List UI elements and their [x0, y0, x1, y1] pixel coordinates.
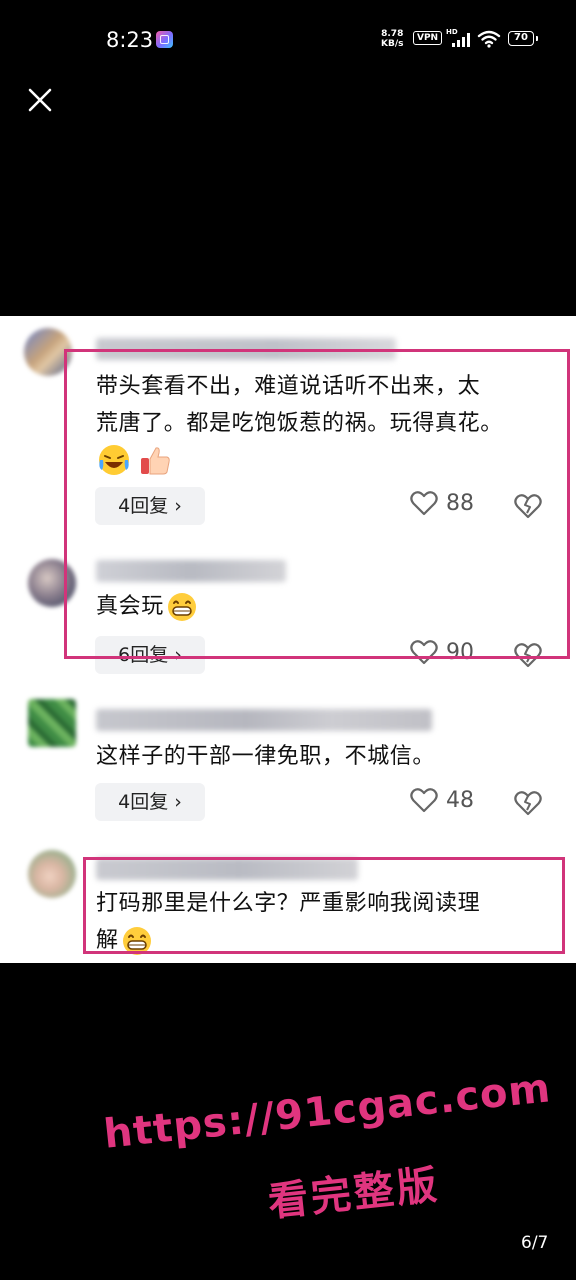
blurred-username [96, 709, 432, 731]
image-viewer: 8:23 8.78 KB/s VPN HD 70 带头套看不出，难道说话听不出来… [0, 0, 576, 1280]
comment-text-line: 荒唐了。都是吃饱饭惹的祸。玩得真花。 [96, 411, 503, 436]
comment-text: 打码那里是什么字？严重影响我阅读理 解 [96, 885, 480, 959]
emoji-row [96, 442, 173, 478]
laughing-tears-emoji [99, 445, 129, 475]
signal-icon [452, 33, 472, 47]
like-button[interactable]: 90 [410, 639, 474, 665]
page-indicator: 6/7 [521, 1233, 549, 1253]
comment-screenshot: 带头套看不出，难道说话听不出来，太 荒唐了。都是吃饱饭惹的祸。玩得真花。 4回复… [0, 316, 576, 963]
reply-button[interactable]: 6回复 › [95, 636, 205, 674]
avatar [28, 699, 76, 747]
vpn-badge: VPN [413, 31, 443, 45]
avatar [28, 850, 76, 898]
comment-text-line: 带头套看不出，难道说话听不出来，太 [96, 374, 481, 399]
broken-heart-icon[interactable] [514, 492, 542, 520]
comment-text-line: 这样子的干部一律免职，不城信。 [96, 744, 436, 769]
blurred-username [96, 858, 358, 880]
comment-text-line: 打码那里是什么字？严重影响我阅读理 [96, 891, 481, 916]
broken-heart-icon[interactable] [514, 641, 542, 669]
like-count: 48 [446, 787, 474, 813]
comment-text-line: 真会玩 [96, 594, 164, 619]
comment-text-line: 解 [96, 928, 119, 953]
wifi-icon [477, 30, 501, 48]
blurred-username [96, 338, 396, 360]
network-speed-value: 8.78 [381, 29, 404, 39]
heart-icon [410, 491, 438, 516]
heart-icon [410, 788, 438, 813]
comment-text: 真会玩 [96, 588, 198, 625]
avatar [24, 328, 72, 376]
heart-icon [410, 640, 438, 665]
status-time: 8:23 [106, 28, 154, 52]
app-notification-icon [156, 31, 173, 48]
like-count: 90 [446, 639, 474, 665]
close-icon[interactable] [26, 86, 54, 114]
watermark-url: https://91cgac.com [101, 1065, 554, 1158]
comment-text: 这样子的干部一律免职，不城信。 [96, 738, 435, 775]
broken-heart-icon[interactable] [514, 789, 542, 817]
battery-icon: 70 [508, 31, 538, 46]
like-button[interactable]: 88 [410, 490, 474, 516]
avatar [28, 559, 76, 607]
reply-button[interactable]: 4回复 › [95, 783, 205, 821]
network-speed: 8.78 KB/s [381, 29, 403, 49]
comment-text: 带头套看不出，难道说话听不出来，太 荒唐了。都是吃饱饭惹的祸。玩得真花。 [96, 368, 503, 442]
reply-button[interactable]: 4回复 › [95, 487, 205, 525]
network-speed-unit: KB/s [381, 39, 404, 49]
status-bar: 8:23 8.78 KB/s VPN HD 70 [0, 0, 576, 80]
like-count: 88 [446, 490, 474, 516]
thumbs-up-emoji [141, 447, 170, 475]
watermark-cta: 看完整版 [266, 1162, 442, 1226]
grinning-emoji [167, 593, 196, 621]
blurred-username [96, 560, 286, 582]
like-button[interactable]: 48 [410, 787, 474, 813]
grinning-emoji [122, 927, 151, 955]
